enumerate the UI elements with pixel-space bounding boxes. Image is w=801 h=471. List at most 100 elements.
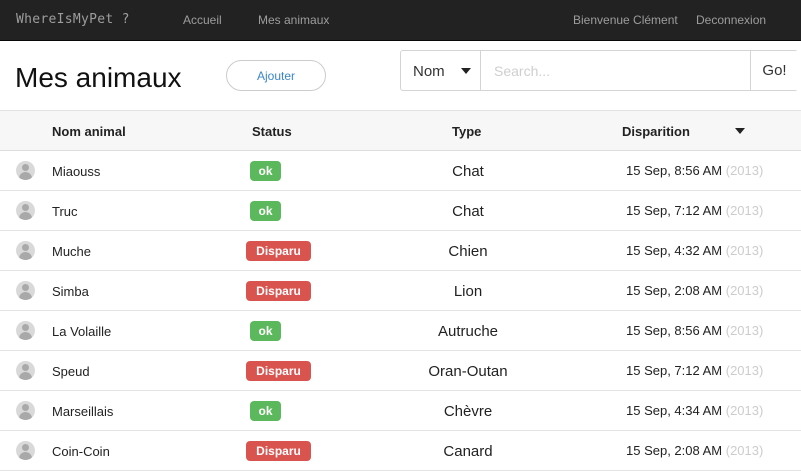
disparition-datetime: 15 Sep, 2:08 AM: [626, 443, 723, 458]
avatar-body-shape: [19, 252, 32, 260]
disparition-datetime: 15 Sep, 4:34 AM: [626, 403, 723, 418]
avatar-body-shape: [19, 212, 32, 220]
table-row[interactable]: Speud Disparu Oran-Outan 15 Sep, 7:12 AM (2…: [0, 351, 801, 391]
search-bar: Nom Go!: [400, 50, 798, 91]
table-row[interactable]: Marseillais ok Chèvre 15 Sep, 4:34 AM (2013…: [0, 391, 801, 431]
column-header-disparition[interactable]: Disparition: [622, 124, 690, 139]
table-row[interactable]: Coin-Coin Disparu Canard 15 Sep, 2:08 AM (2…: [0, 431, 801, 471]
pet-name[interactable]: Speud: [52, 364, 90, 379]
status-badge: Disparu: [246, 361, 311, 381]
table-row[interactable]: La Volaille ok Autruche 15 Sep, 8:56 AM (20…: [0, 311, 801, 351]
status-badge: ok: [250, 401, 281, 421]
pet-type: Autruche: [437, 323, 499, 340]
pet-type: Chat: [452, 203, 484, 220]
nav-link-logout[interactable]: Deconnexion: [696, 13, 766, 27]
search-filter-value: Nom: [413, 63, 445, 80]
user-avatar-icon: [16, 361, 35, 380]
disparition-year: (2013): [725, 163, 764, 178]
pets-table: Nom animal Status Type Disparition Miaou…: [0, 110, 801, 471]
avatar-head-shape: [22, 404, 29, 411]
disparition-date: 15 Sep, 7:12 AM (2013): [626, 203, 763, 218]
user-avatar-icon: [16, 321, 35, 340]
pet-name[interactable]: Coin-Coin: [52, 444, 110, 459]
avatar-body-shape: [19, 412, 32, 420]
disparition-year: (2013): [725, 323, 764, 338]
table-row[interactable]: Truc ok Chat 15 Sep, 7:12 AM (2013): [0, 191, 801, 231]
nav-link-welcome-user[interactable]: Bienvenue Clément: [573, 13, 678, 27]
avatar-body-shape: [19, 332, 32, 340]
avatar-head-shape: [22, 204, 29, 211]
avatar-head-shape: [22, 444, 29, 451]
page-title: Mes animaux: [15, 62, 182, 93]
status-badge: ok: [250, 201, 281, 221]
pet-type: Oran-Outan: [428, 363, 508, 380]
brand-logo[interactable]: WhereIsMyPet ?: [16, 12, 130, 27]
search-filter-select[interactable]: Nom: [401, 51, 481, 90]
table-row[interactable]: Simba Disparu Lion 15 Sep, 2:08 AM (2013): [0, 271, 801, 311]
avatar-head-shape: [22, 324, 29, 331]
disparition-year: (2013): [725, 363, 764, 378]
status-badge: Disparu: [246, 441, 311, 461]
search-input[interactable]: [482, 51, 750, 90]
avatar-body-shape: [19, 292, 32, 300]
table-body: Miaouss ok Chat 15 Sep, 8:56 AM (2013) Truc o…: [0, 151, 801, 471]
pet-name[interactable]: Miaouss: [52, 164, 100, 179]
pet-type: Canard: [443, 443, 493, 460]
disparition-date: 15 Sep, 8:56 AM (2013): [626, 323, 763, 338]
user-avatar-icon: [16, 161, 35, 180]
pet-name[interactable]: La Volaille: [52, 324, 111, 339]
avatar-body-shape: [19, 452, 32, 460]
avatar-head-shape: [22, 164, 29, 171]
disparition-date: 15 Sep, 2:08 AM (2013): [626, 283, 763, 298]
column-header-status[interactable]: Status: [252, 124, 292, 139]
status-badge: ok: [250, 321, 281, 341]
pet-name[interactable]: Truc: [52, 204, 78, 219]
pet-name[interactable]: Marseillais: [52, 404, 113, 419]
disparition-datetime: 15 Sep, 7:12 AM: [626, 363, 723, 378]
disparition-date: 15 Sep, 7:12 AM (2013): [626, 363, 763, 378]
user-avatar-icon: [16, 401, 35, 420]
pet-type: Chèvre: [443, 403, 493, 420]
nav-link-accueil[interactable]: Accueil: [183, 13, 222, 27]
nav-link-mes-animaux[interactable]: Mes animaux: [258, 13, 329, 27]
add-pet-button[interactable]: Ajouter: [226, 60, 326, 91]
table-row[interactable]: Miaouss ok Chat 15 Sep, 8:56 AM (2013): [0, 151, 801, 191]
disparition-year: (2013): [725, 403, 764, 418]
pet-type: Lion: [453, 283, 483, 300]
disparition-datetime: 15 Sep, 8:56 AM: [626, 323, 723, 338]
disparition-year: (2013): [725, 203, 764, 218]
chevron-down-icon: [461, 68, 471, 74]
column-header-name[interactable]: Nom animal: [52, 124, 126, 139]
status-badge: Disparu: [246, 241, 311, 261]
user-avatar-icon: [16, 281, 35, 300]
sort-down-icon[interactable]: [735, 128, 745, 134]
pet-type: Chien: [448, 243, 488, 260]
pet-name[interactable]: Muche: [52, 244, 91, 259]
disparition-date: 15 Sep, 8:56 AM (2013): [626, 163, 763, 178]
disparition-year: (2013): [725, 243, 764, 258]
pet-type: Chat: [452, 163, 484, 180]
disparition-datetime: 15 Sep, 8:56 AM: [626, 163, 723, 178]
column-header-type[interactable]: Type: [452, 124, 481, 139]
user-avatar-icon: [16, 201, 35, 220]
disparition-date: 15 Sep, 4:32 AM (2013): [626, 243, 763, 258]
search-go-button[interactable]: Go!: [750, 51, 798, 90]
avatar-head-shape: [22, 284, 29, 291]
table-row[interactable]: Muche Disparu Chien 15 Sep, 4:32 AM (2013): [0, 231, 801, 271]
user-avatar-icon: [16, 441, 35, 460]
pet-name[interactable]: Simba: [52, 284, 89, 299]
avatar-head-shape: [22, 364, 29, 371]
status-badge: Disparu: [246, 281, 311, 301]
disparition-year: (2013): [725, 283, 764, 298]
user-avatar-icon: [16, 241, 35, 260]
disparition-date: 15 Sep, 4:34 AM (2013): [626, 403, 763, 418]
disparition-year: (2013): [725, 443, 764, 458]
disparition-datetime: 15 Sep, 7:12 AM: [626, 203, 723, 218]
avatar-body-shape: [19, 372, 32, 380]
table-header: Nom animal Status Type Disparition: [0, 110, 801, 151]
disparition-datetime: 15 Sep, 2:08 AM: [626, 283, 723, 298]
status-badge: ok: [250, 161, 281, 181]
top-navbar: WhereIsMyPet ? Accueil Mes animaux Bienv…: [0, 0, 801, 41]
disparition-datetime: 15 Sep, 4:32 AM: [626, 243, 723, 258]
avatar-head-shape: [22, 244, 29, 251]
